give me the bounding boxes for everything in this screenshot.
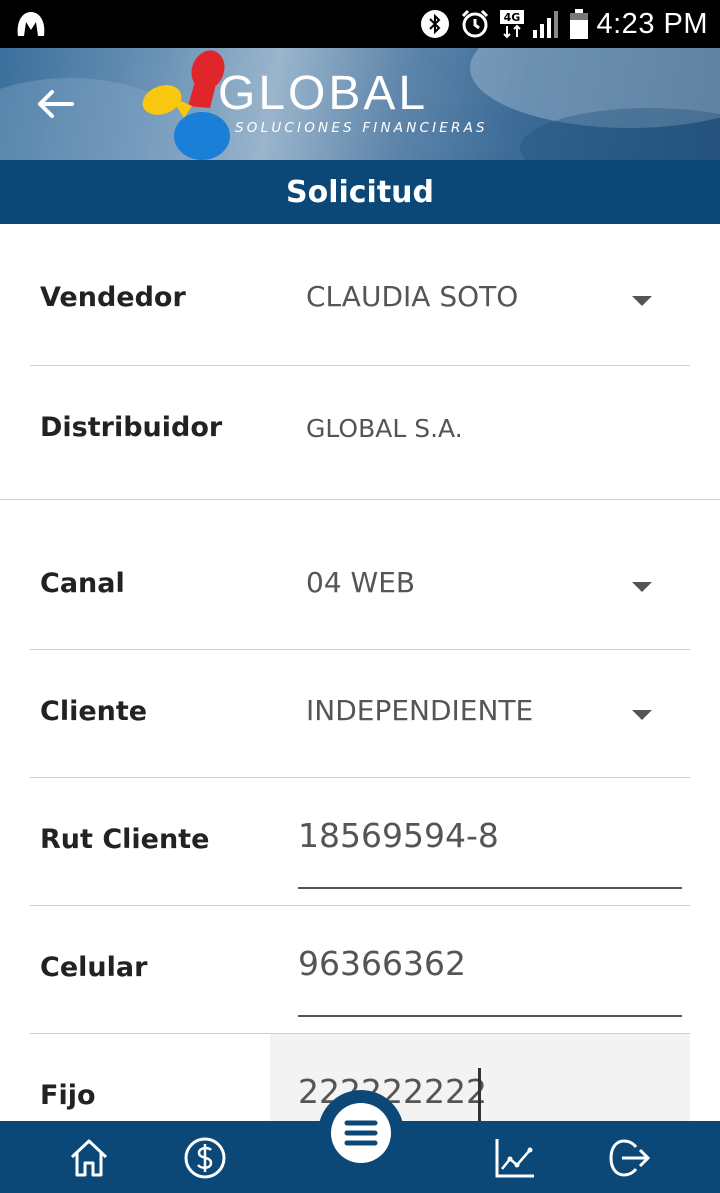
status-time: 4:23 PM — [596, 7, 708, 40]
malwarebytes-icon — [17, 12, 45, 36]
celular-input[interactable]: 96366362 — [298, 944, 466, 983]
celular-label: Celular — [40, 952, 148, 983]
logout-icon[interactable] — [606, 1135, 652, 1181]
chart-icon[interactable] — [492, 1135, 538, 1181]
alarm-icon — [459, 8, 491, 40]
canal-label: Canal — [40, 568, 125, 599]
celular-underline — [298, 1015, 682, 1017]
distribuidor-row: Distribuidor GLOBAL S.A. — [30, 366, 690, 494]
canal-select[interactable]: 04 WEB — [306, 566, 415, 599]
signal-icon — [532, 8, 561, 40]
vendedor-row[interactable]: Vendedor CLAUDIA SOTO — [30, 236, 690, 364]
chevron-down-icon[interactable] — [632, 582, 652, 592]
back-button[interactable] — [30, 82, 82, 126]
cliente-row[interactable]: Cliente INDEPENDIENTE — [30, 650, 690, 778]
fijo-label: Fijo — [40, 1080, 96, 1111]
section-divider — [0, 499, 720, 500]
title-bar: Solicitud — [0, 160, 720, 224]
rut-cliente-input[interactable]: 18569594-8 — [298, 816, 499, 855]
network-4g-icon: 4G — [499, 8, 525, 40]
rut-cliente-label: Rut Cliente — [40, 824, 210, 855]
rut-cliente-row[interactable]: Rut Cliente 18569594-8 — [30, 778, 690, 906]
chevron-down-icon[interactable] — [632, 710, 652, 720]
distribuidor-label: Distribuidor — [40, 412, 223, 443]
text-cursor — [478, 1068, 481, 1122]
cliente-label: Cliente — [40, 696, 148, 727]
canal-row[interactable]: Canal 04 WEB — [30, 520, 690, 648]
vendedor-label: Vendedor — [40, 282, 186, 313]
menu-button[interactable] — [318, 1090, 404, 1176]
battery-icon — [569, 8, 589, 40]
page-title: Solicitud — [285, 174, 435, 210]
rut-cliente-underline — [298, 887, 682, 889]
distribuidor-value: GLOBAL S.A. — [306, 414, 463, 443]
celular-row[interactable]: Celular 96366362 — [30, 906, 690, 1034]
global-logo-icon — [142, 50, 230, 160]
svg-text:4G: 4G — [503, 11, 520, 24]
bluetooth-icon — [419, 8, 451, 40]
chevron-down-icon[interactable] — [632, 296, 652, 306]
status-bar: 4G 4:23 PM — [0, 0, 720, 48]
cliente-select[interactable]: INDEPENDIENTE — [306, 694, 533, 727]
header-banner: GLOBAL SOLUCIONES FINANCIERAS — [0, 48, 720, 160]
brand-name: GLOBAL — [218, 67, 429, 120]
brand-tagline: SOLUCIONES FINANCIERAS — [235, 120, 488, 136]
menu-icon[interactable] — [331, 1103, 391, 1163]
vendedor-select[interactable]: CLAUDIA SOTO — [306, 280, 518, 313]
home-icon[interactable] — [66, 1135, 112, 1181]
dollar-icon[interactable] — [182, 1135, 228, 1181]
